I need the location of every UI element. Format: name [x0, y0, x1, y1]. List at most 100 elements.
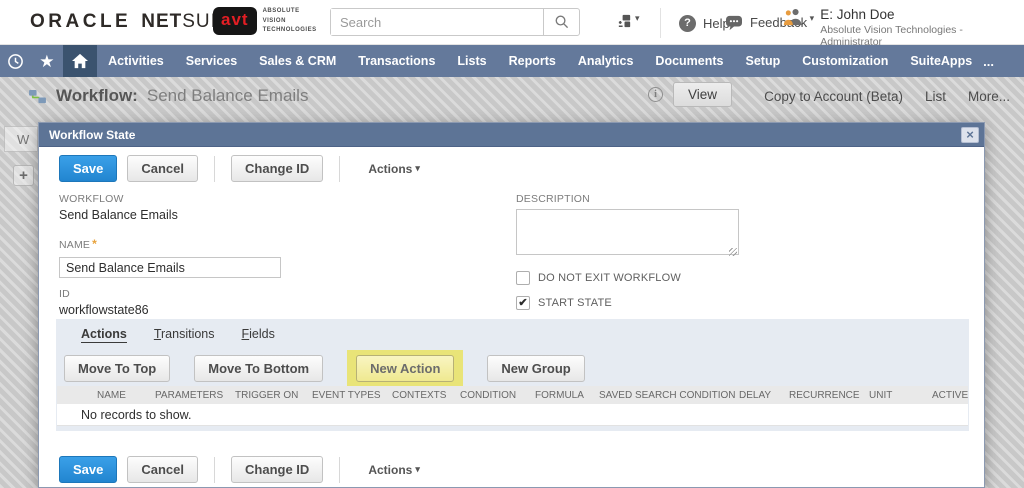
quick-add-menu[interactable]: ▾ — [616, 13, 640, 30]
cancel-button[interactable]: Cancel — [127, 155, 198, 182]
form-left-column: WORKFLOW Send Balance Emails NAME* ID wo… — [59, 193, 281, 317]
new-action-button[interactable]: New Action — [356, 355, 454, 382]
help-menu[interactable]: ? Help — [660, 8, 730, 38]
top-header: ORACLENETSUITE avt ABSOLUTE VISION TECHN… — [0, 0, 1024, 45]
column-header: UNIT — [869, 390, 932, 401]
tab-actions[interactable]: Actions — [81, 327, 127, 343]
start-state-label: START STATE — [538, 297, 612, 309]
tab-label-rest: ields — [249, 327, 275, 341]
workflow-field-label: WORKFLOW — [59, 193, 281, 205]
quick-add-icon — [616, 13, 633, 30]
avt-logo-caption: ABSOLUTE VISION TECHNOLOGIES — [263, 7, 317, 36]
move-to-top-button[interactable]: Move To Top — [64, 355, 170, 382]
home-icon — [71, 53, 89, 69]
toolbar-divider — [339, 457, 340, 483]
column-header: NAME — [97, 390, 155, 401]
nav-item-reports[interactable]: Reports — [498, 54, 567, 68]
toolbar-divider — [214, 457, 215, 483]
page-title-value: Send Balance Emails — [147, 86, 309, 106]
subtabs: Actions Transitions Fields — [81, 327, 275, 343]
start-state-row: ✔ START STATE — [516, 296, 739, 310]
column-header: PARAMETERS — [155, 390, 235, 401]
nav-item-lists[interactable]: Lists — [446, 54, 497, 68]
star-icon: ★ — [39, 53, 54, 70]
column-header: ACTIVE — [932, 390, 968, 401]
user-roles-icon — [782, 7, 804, 27]
dialog-titlebar: Workflow State × — [39, 123, 984, 147]
description-field[interactable] — [516, 209, 739, 255]
nav-item-transactions[interactable]: Transactions — [347, 54, 446, 68]
chevron-down-icon: ▾ — [810, 13, 815, 24]
name-field[interactable] — [59, 257, 281, 278]
history-icon — [7, 53, 24, 70]
actions-menu-button[interactable]: Actions ▾ — [368, 162, 420, 176]
help-icon: ? — [679, 15, 696, 32]
user-menu[interactable]: ▾ E: John Doe Absolute Vision Technologi… — [782, 7, 1024, 48]
move-to-bottom-button[interactable]: Move To Bottom — [194, 355, 323, 382]
nav-item-setup[interactable]: Setup — [735, 54, 792, 68]
nav-item-activities[interactable]: Activities — [97, 54, 175, 68]
search-icon — [554, 14, 570, 30]
shortcuts-button[interactable]: ★ — [31, 45, 62, 77]
recent-records-button[interactable] — [0, 45, 31, 77]
name-field-label-row: NAME* — [59, 235, 281, 253]
save-button[interactable]: Save — [59, 155, 117, 182]
workflow-icon — [28, 89, 47, 104]
oracle-netsuite-logo: ORACLENETSUITE — [30, 11, 243, 33]
description-field-wrap — [516, 209, 739, 260]
nav-overflow-button[interactable]: ... — [983, 54, 1024, 69]
tab-label-rest: ransitions — [161, 327, 215, 341]
home-button[interactable] — [63, 45, 98, 77]
more-link[interactable]: More... — [968, 89, 1010, 104]
background-add-button: + — [13, 165, 34, 186]
copy-to-account-link[interactable]: Copy to Account (Beta) — [764, 89, 903, 104]
list-link[interactable]: List — [925, 89, 946, 104]
tab-fields[interactable]: Fields — [242, 327, 275, 343]
chevron-down-icon: ▾ — [415, 464, 420, 475]
actions-menu-label: Actions — [368, 463, 412, 477]
column-header: EVENT TYPES — [312, 390, 392, 401]
view-button[interactable]: View — [673, 82, 732, 107]
avt-caption-line: TECHNOLOGIES — [263, 26, 317, 36]
workflow-state-dialog: Workflow State × Save Cancel Change ID A… — [38, 122, 985, 488]
nav-item-sales-crm[interactable]: Sales & CRM — [248, 54, 347, 68]
new-group-button[interactable]: New Group — [487, 355, 584, 382]
dialog-title: Workflow State — [49, 128, 135, 142]
nav-item-suiteapps[interactable]: SuiteApps — [899, 54, 983, 68]
save-button[interactable]: Save — [59, 456, 117, 483]
do-not-exit-checkbox[interactable] — [516, 271, 530, 285]
toolbar-divider — [339, 156, 340, 182]
actions-menu-label: Actions — [368, 162, 412, 176]
actions-button-row: Move To Top Move To Bottom New Action Ne… — [64, 350, 585, 387]
column-header: FORMULA — [535, 390, 599, 401]
info-icon[interactable]: i — [648, 87, 663, 102]
subtabs-panel: Actions Transitions Fields Move To Top M… — [56, 319, 969, 431]
chevron-down-icon: ▾ — [415, 163, 420, 174]
id-field-label: ID — [59, 288, 281, 300]
empty-table-row: No records to show. — [57, 404, 968, 426]
nav-item-documents[interactable]: Documents — [644, 54, 734, 68]
start-state-checkbox[interactable]: ✔ — [516, 296, 530, 310]
nav-item-analytics[interactable]: Analytics — [567, 54, 645, 68]
cancel-button[interactable]: Cancel — [127, 456, 198, 483]
do-not-exit-label: DO NOT EXIT WORKFLOW — [538, 272, 681, 284]
user-info: E: John Doe Absolute Vision Technologies… — [820, 7, 1024, 48]
close-icon[interactable]: × — [961, 127, 979, 143]
column-header: CONDITION — [460, 390, 535, 401]
avt-caption-line: VISION — [263, 17, 317, 27]
nav-item-customization[interactable]: Customization — [791, 54, 899, 68]
search-input[interactable] — [331, 9, 543, 35]
change-id-button[interactable]: Change ID — [231, 456, 323, 483]
tab-accelerator: T — [154, 327, 161, 341]
search-button[interactable] — [543, 9, 579, 35]
avt-company-logo: avt ABSOLUTE VISION TECHNOLOGIES — [213, 7, 317, 36]
column-header: CONTEXTS — [392, 390, 460, 401]
dialog-toolbar-bottom: Save Cancel Change ID Actions ▾ — [59, 456, 420, 483]
id-field-value: workflowstate86 — [59, 303, 281, 317]
page-links: Copy to Account (Beta) List More... — [764, 89, 1010, 104]
change-id-button[interactable]: Change ID — [231, 155, 323, 182]
nav-item-services[interactable]: Services — [175, 54, 248, 68]
tab-accelerator: F — [242, 327, 250, 341]
actions-menu-button[interactable]: Actions ▾ — [368, 463, 420, 477]
tab-transitions[interactable]: Transitions — [154, 327, 215, 343]
